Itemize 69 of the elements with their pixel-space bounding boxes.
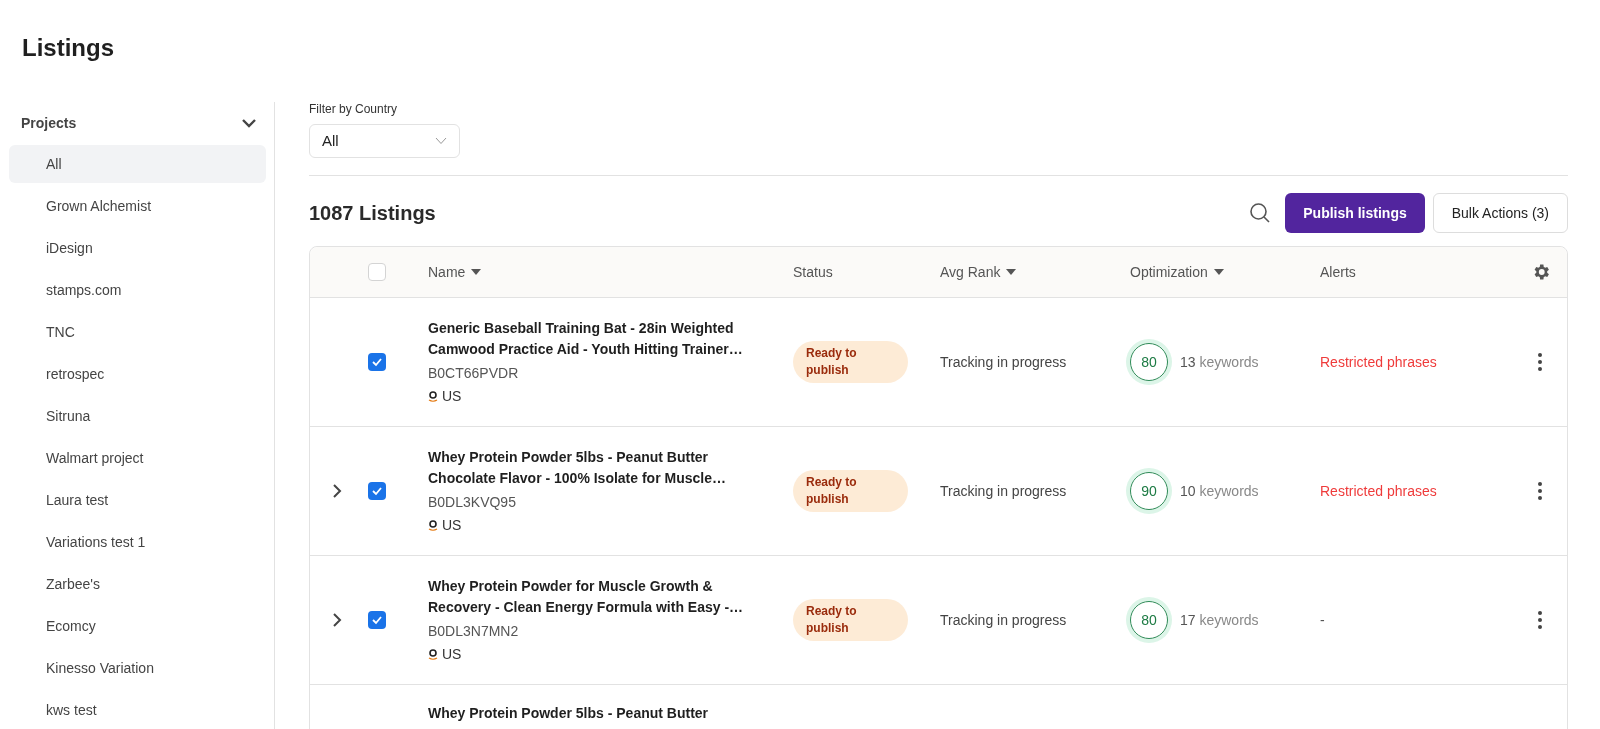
project-item[interactable]: Kinesso Variation — [9, 649, 266, 687]
row-checkbox[interactable] — [368, 353, 386, 371]
column-header[interactable]: Name — [428, 261, 466, 283]
filter-label: Filter by Country — [309, 101, 399, 118]
asin-text: B0DL3KVQ95 — [428, 492, 517, 512]
listing-title[interactable]: Whey Protein Powder 5lbs - Peanut Butter Chocolate Flavor - 100% Isolate for Muscle… — [428, 446, 753, 489]
keywords-text: 17 keywords — [1180, 610, 1259, 630]
avg-rank-text: Tracking in progress — [940, 612, 1067, 628]
project-item[interactable]: stamps.com — [9, 271, 266, 309]
expand-chevron-icon[interactable] — [332, 612, 342, 628]
select-all-checkbox[interactable] — [368, 263, 386, 281]
checkmark-icon — [371, 485, 383, 497]
marketplace-text: US — [442, 644, 462, 664]
status-badge: Ready to publish — [793, 599, 908, 641]
keywords-text: 13 keywords — [1180, 352, 1259, 372]
projects-header[interactable]: Projects — [9, 109, 266, 137]
marketplace-logo-icon — [428, 519, 438, 531]
search-icon[interactable] — [1249, 202, 1272, 224]
alert-text: - — [1320, 612, 1325, 628]
bulk-actions-button[interactable]: Bulk Actions (3) — [1432, 193, 1568, 233]
marketplace-text: US — [442, 515, 462, 535]
more-options-icon[interactable] — [1538, 611, 1542, 629]
status-badge: Ready to publish — [793, 341, 908, 383]
more-options-icon[interactable] — [1538, 353, 1542, 371]
sort-caret-icon[interactable] — [1213, 269, 1224, 275]
project-item[interactable]: kws test — [9, 691, 266, 729]
project-item[interactable]: TNC — [9, 313, 266, 351]
project-item[interactable]: Zarbee's — [9, 565, 266, 603]
project-item[interactable]: All — [9, 145, 266, 183]
column-header[interactable]: Avg Rank — [940, 261, 1001, 283]
country-select[interactable]: All — [309, 124, 460, 158]
caret-icon — [435, 137, 447, 145]
column-header[interactable]: Alerts — [1320, 261, 1356, 283]
asin-text: B0DL3N7MN2 — [428, 621, 520, 641]
project-item[interactable]: Ecomcy — [9, 607, 266, 645]
sort-caret-icon[interactable] — [1006, 269, 1017, 275]
marketplace-logo-icon — [428, 390, 438, 402]
marketplace-text: US — [442, 386, 462, 406]
column-header[interactable]: Optimization — [1130, 261, 1208, 283]
listing-title[interactable]: Whey Protein Powder 5lbs - Peanut Butter — [428, 703, 709, 724]
listing-title[interactable]: Generic Baseball Training Bat - 28in Weighted Camwood Practice Aid - Youth Hitting Trainer… — [428, 317, 753, 360]
checkmark-icon — [371, 356, 383, 368]
project-item[interactable]: Laura test — [9, 481, 266, 519]
publish-listings-button[interactable]: Publish listings — [1285, 193, 1425, 233]
checkmark-icon — [371, 614, 383, 626]
row-checkbox[interactable] — [368, 482, 386, 500]
alert-text: Restricted phrases — [1320, 483, 1437, 499]
avg-rank-text: Tracking in progress — [940, 483, 1067, 499]
marketplace-logo-icon — [428, 648, 438, 660]
project-item[interactable]: retrospec — [9, 355, 266, 393]
project-item[interactable]: Grown Alchemist — [9, 187, 266, 225]
asin-text: B0CT66PVDR — [428, 363, 520, 383]
project-item[interactable]: Walmart project — [9, 439, 266, 477]
page-title: Listings — [22, 33, 115, 63]
keywords-text: 10 keywords — [1180, 481, 1259, 501]
column-header[interactable]: Status — [793, 261, 833, 283]
avg-rank-text: Tracking in progress — [940, 354, 1067, 370]
row-checkbox[interactable] — [368, 611, 386, 629]
project-item[interactable]: Variations test 1 — [9, 523, 266, 561]
listing-title[interactable]: Whey Protein Powder for Muscle Growth & Recovery - Clean Energy Formula with Easy -… — [428, 575, 753, 618]
project-item[interactable]: iDesign — [9, 229, 266, 267]
projects-heading: Projects — [21, 113, 77, 133]
listings-count: 1087 Listings — [309, 201, 436, 226]
alert-text: Restricted phrases — [1320, 354, 1437, 370]
project-item[interactable]: Sitruna — [9, 397, 266, 435]
sort-caret-icon[interactable] — [471, 269, 482, 275]
expand-chevron-icon[interactable] — [332, 483, 342, 499]
more-options-icon[interactable] — [1538, 482, 1542, 500]
status-badge: Ready to publish — [793, 470, 908, 512]
